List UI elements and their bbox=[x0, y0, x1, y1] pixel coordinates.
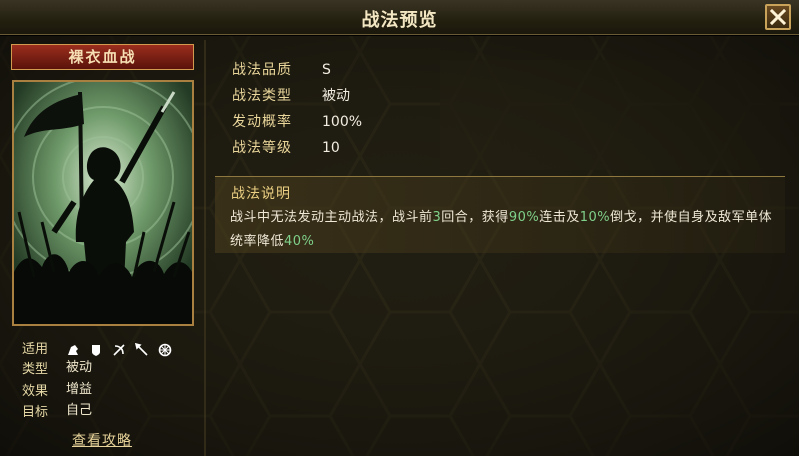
target-label: 目标 bbox=[22, 405, 49, 420]
attribute-key: 发动概率 bbox=[232, 114, 292, 130]
description-number: 3 bbox=[432, 210, 442, 225]
type-row: 类型 被动 bbox=[22, 358, 92, 378]
description-number: 90% bbox=[508, 210, 540, 225]
effect-label: 效果 bbox=[22, 384, 49, 399]
applicable-label: 适用 bbox=[22, 342, 49, 357]
description-title: 战法说明 bbox=[231, 186, 291, 202]
attribute-level: 战法等级 10 bbox=[232, 137, 340, 159]
attribute-probability: 发动概率 100% bbox=[232, 111, 362, 133]
attribute-key: 战法等级 bbox=[232, 140, 292, 156]
description-segment: 战斗中无法发动主动战法，战斗前 bbox=[230, 210, 433, 225]
skill-name-banner: 裸衣血战 bbox=[11, 44, 194, 70]
shield-icon bbox=[92, 344, 101, 356]
wheel-icon bbox=[159, 343, 172, 356]
type-value: 被动 bbox=[66, 360, 93, 375]
attribute-value: S bbox=[322, 62, 331, 78]
attribute-key: 战法品质 bbox=[232, 62, 292, 78]
title-bar: 战法预览 bbox=[0, 0, 799, 35]
attribute-key: 战法类型 bbox=[232, 88, 292, 104]
attribute-value: 100% bbox=[322, 114, 363, 130]
attribute-value: 10 bbox=[322, 140, 340, 156]
bow-icon bbox=[113, 343, 125, 356]
close-button[interactable] bbox=[765, 4, 791, 30]
skill-description-panel: 战法说明 战斗中无法发动主动战法，战斗前3回合，获得90%连击及10%倒戈，并使… bbox=[215, 176, 785, 253]
view-guide-link[interactable]: 查看攻略 bbox=[72, 430, 132, 450]
spear-icon bbox=[135, 342, 148, 356]
target-value: 自己 bbox=[66, 403, 93, 418]
warrior-banner-art bbox=[14, 82, 192, 324]
attribute-quality: 战法品质 S bbox=[232, 59, 331, 81]
applicable-row: 适用 bbox=[22, 338, 172, 358]
description-segment: 回合，获得 bbox=[441, 210, 509, 225]
close-icon bbox=[770, 9, 786, 25]
description-segment: 连击及 bbox=[539, 210, 580, 225]
type-label: 类型 bbox=[22, 362, 49, 377]
target-row: 目标 自己 bbox=[22, 401, 92, 421]
description-number: 40% bbox=[284, 234, 315, 249]
effect-value: 增益 bbox=[66, 382, 93, 397]
applicable-icons bbox=[66, 339, 176, 359]
attribute-type: 战法类型 被动 bbox=[232, 85, 350, 107]
window-title: 战法预览 bbox=[361, 10, 438, 31]
description-number: 10% bbox=[579, 210, 611, 225]
attribute-value: 被动 bbox=[322, 88, 350, 104]
skill-card-art bbox=[12, 80, 194, 326]
description-text: 战斗中无法发动主动战法，战斗前3回合，获得90%连击及10%倒戈，并使自身及敌军… bbox=[230, 206, 775, 254]
effect-row: 效果 增益 bbox=[22, 380, 92, 400]
cavalry-icon bbox=[68, 344, 78, 355]
